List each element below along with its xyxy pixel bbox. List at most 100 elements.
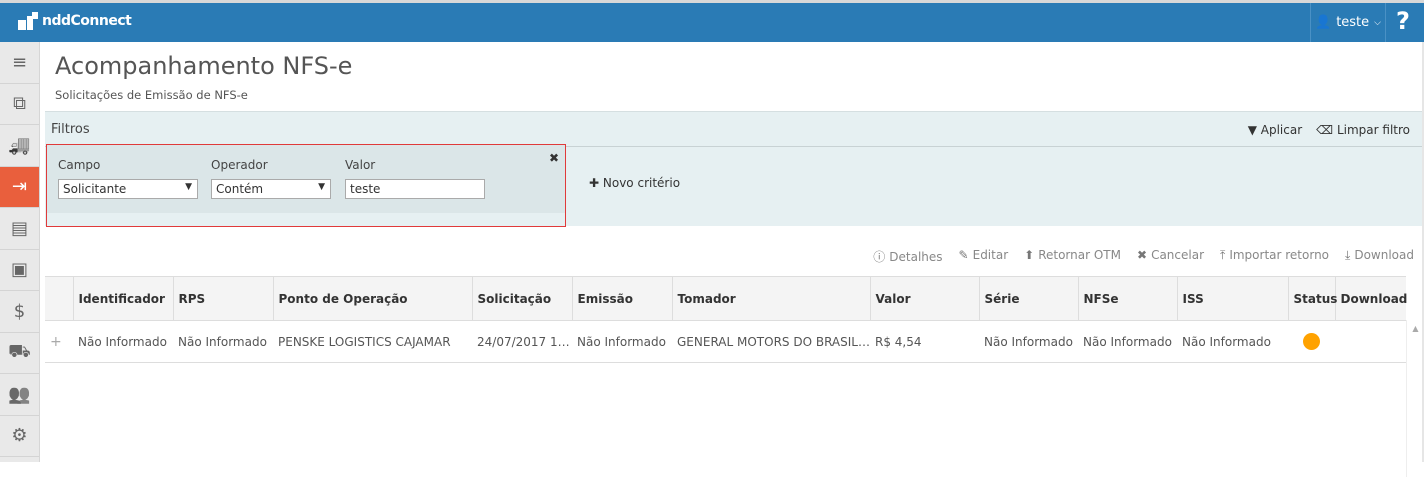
table-cell: PENSKE LOGISTICS CAJAMAR [273, 320, 472, 363]
sidebar-item-users[interactable]: 👥 [0, 374, 39, 416]
arrow-up-circle-icon: ⬆ [1024, 248, 1035, 262]
cancel-button[interactable]: ✖ Cancelar [1137, 248, 1204, 265]
column-header[interactable]: Status [1287, 276, 1337, 321]
settings-icon: ⚙ [11, 425, 28, 447]
new-criteria-label: Novo critério [602, 176, 681, 190]
app-name: nddConnect [42, 13, 132, 29]
toolbar: ⓘ Detalhes ✎ Editar ⬆ Retornar OTM ✖ Cancela… [873, 248, 1414, 265]
filters-title: Filtros [51, 121, 90, 137]
expand-row-icon[interactable]: + [45, 320, 73, 363]
sidebar-item-settings[interactable]: ⚙ [0, 416, 39, 457]
table-cell: Não Informado [979, 320, 1078, 363]
remove-criteria-icon[interactable]: ✖ [549, 151, 559, 165]
app-header: nddConnect 👤 teste ⌵ ? [0, 3, 1424, 42]
import-return-button[interactable]: ⤒ Importar retorno [1220, 248, 1329, 265]
column-header[interactable]: Valor [869, 276, 979, 321]
user-menu[interactable]: 👤 teste ⌵ [1310, 3, 1386, 42]
return-otm-button[interactable]: ⬆ Retornar OTM [1024, 248, 1121, 265]
download-icon: ⤓ [1345, 248, 1351, 262]
delivery-icon: ⛟ [8, 340, 31, 362]
plus-icon: ✚ [589, 176, 600, 190]
user-name: teste [1336, 15, 1370, 30]
app-logo[interactable]: nddConnect [18, 12, 132, 30]
menu-icon: ≡ [11, 51, 28, 73]
help-button[interactable]: ? [1396, 7, 1410, 35]
page-subtitle: Solicitações de Emissão de NFS-e [55, 88, 248, 102]
apply-label: Aplicar [1260, 123, 1303, 137]
table-cell: 24/07/2017 18:... [472, 320, 572, 363]
filter-icon: ▼ [1247, 123, 1257, 137]
import-return-label: Importar retorno [1229, 248, 1330, 262]
operator-label: Operador [211, 158, 268, 172]
sidebar-item-transport[interactable]: 🚚 [0, 125, 39, 167]
filters-panel: Filtros ▼ Aplicar ⌫ Limpar filtro Campo … [45, 111, 1424, 227]
main-content: Acompanhamento NFS-e Solicitações de Emi… [45, 42, 1424, 477]
sidebar-item-delivery[interactable]: ⛟ [0, 333, 39, 374]
chevron-down-icon: ⌵ [1374, 17, 1381, 28]
users-icon: 👥 [8, 383, 31, 405]
column-header[interactable]: Solicitação [471, 276, 572, 321]
table-row[interactable]: + Não Informado Não Informado PENSKE LOGIST… [45, 320, 1406, 363]
column-header[interactable]: Ponto de Operação [272, 276, 472, 321]
sidebar-item-nfse[interactable]: ⇥ [0, 166, 39, 208]
sidebar-item-document[interactable]: ▤ [0, 208, 39, 250]
column-header[interactable]: Download [1334, 276, 1407, 321]
value-input[interactable]: teste [345, 179, 485, 199]
sidebar-item-refund[interactable]: $ [0, 291, 39, 333]
eraser-icon: ⌫ [1316, 123, 1334, 137]
money-icon: ▣ [10, 259, 28, 281]
export-icon: ⇥ [11, 176, 28, 198]
sidebar-item-documents[interactable]: ⧉ [0, 84, 39, 125]
filter-criteria: Campo Solicitante ▼ Operador Contém ▼ Valo… [46, 144, 566, 227]
table-cell: Não Informado [572, 320, 672, 363]
column-header[interactable]: Tomador [671, 276, 870, 321]
table-cell: GENERAL MOTORS DO BRASIL LT... [672, 320, 870, 363]
sidebar-item-menu[interactable]: ≡ [0, 42, 39, 84]
refund-icon: $ [13, 300, 26, 322]
operator-value: Contém [216, 182, 264, 196]
operator-select[interactable]: Contém ▼ [211, 179, 331, 199]
table-cell: Não Informado [1078, 320, 1177, 363]
value-label: Valor [345, 158, 376, 172]
field-select[interactable]: Solicitante ▼ [58, 179, 198, 199]
column-header[interactable]: Série [978, 276, 1078, 321]
edit-label: Editar [972, 248, 1009, 262]
table-cell: R$ 4,54 [870, 320, 979, 363]
table-cell: Não Informado [73, 320, 173, 363]
return-otm-label: Retornar OTM [1038, 248, 1121, 262]
user-icon: 👤 [1315, 15, 1332, 30]
details-button[interactable]: ⓘ Detalhes [873, 248, 942, 265]
new-criteria-button[interactable]: ✚ Novo critério [589, 176, 680, 190]
status-indicator-icon [1303, 333, 1320, 350]
download-label: Download [1354, 248, 1414, 262]
sidebar-item-money[interactable]: ▣ [0, 250, 39, 291]
download-cell [1335, 320, 1406, 363]
details-label: Detalhes [889, 250, 943, 264]
field-label: Campo [58, 158, 101, 172]
clear-label: Limpar filtro [1336, 123, 1410, 137]
page-title: Acompanhamento NFS-e [55, 52, 353, 80]
table-cell: Não Informado [173, 320, 273, 363]
column-header[interactable]: NFSe [1077, 276, 1177, 321]
cancel-label: Cancelar [1151, 248, 1205, 262]
status-cell [1288, 320, 1335, 363]
logo-icon [18, 12, 38, 30]
column-header[interactable]: ISS [1176, 276, 1288, 321]
column-header[interactable]: RPS [172, 276, 273, 321]
download-button[interactable]: ⤓ Download [1345, 248, 1414, 265]
apply-filter-button[interactable]: ▼ Aplicar [1248, 123, 1302, 137]
info-icon: ⓘ [873, 250, 886, 264]
column-header[interactable]: Emissão [571, 276, 672, 321]
truck-icon: 🚚 [8, 134, 31, 156]
upload-icon: ⤒ [1220, 248, 1226, 262]
clear-filter-button[interactable]: ⌫ Limpar filtro [1316, 123, 1410, 137]
table-cell: Não Informado [1177, 320, 1288, 363]
column-header[interactable]: Identificador [72, 276, 173, 321]
dropdown-arrow-icon: ▼ [318, 182, 325, 192]
sidebar: ≡ ⧉ 🚚 ⇥ ▤ ▣ $ ⛟ 👥 ⚙ [0, 42, 40, 462]
edit-button[interactable]: ✎ Editar [959, 248, 1009, 265]
dropdown-arrow-icon: ▼ [185, 182, 192, 192]
field-value: Solicitante [63, 182, 127, 196]
document-icon: ▤ [10, 217, 28, 239]
close-icon: ✖ [1137, 248, 1148, 262]
